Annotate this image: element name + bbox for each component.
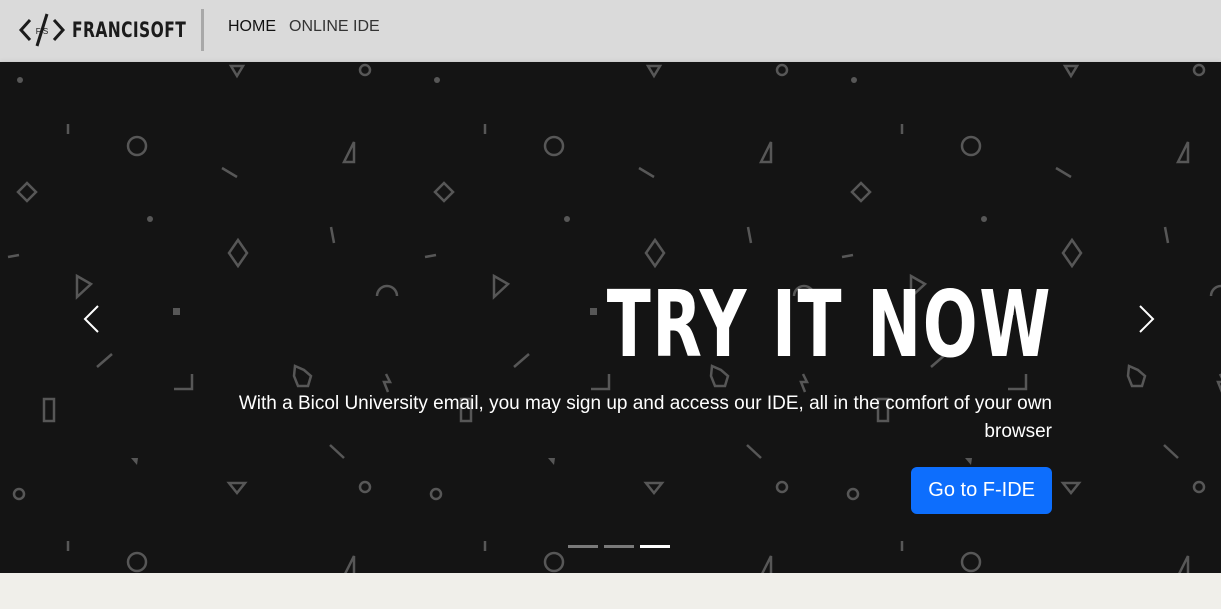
carousel-prev-button[interactable]	[78, 304, 108, 334]
go-to-fide-button[interactable]: Go to F-IDE	[911, 467, 1052, 514]
slide-subtext: With a Bicol University email, you may s…	[238, 393, 1052, 442]
nav-links: HOME ONLINE IDE	[228, 18, 380, 36]
svg-text:F/S: F/S	[36, 27, 48, 36]
slide-headline: TRY IT NOW	[606, 271, 1052, 378]
carousel-caption: TRY IT NOW With a Bicol University email…	[172, 271, 1052, 514]
chevron-left-icon	[83, 305, 99, 333]
chevron-right-icon	[1139, 305, 1155, 333]
navbar: F/S FRANCISOFT HOME ONLINE IDE	[0, 0, 1221, 62]
nav-link-online-ide[interactable]: ONLINE IDE	[289, 18, 380, 36]
code-logo-icon: F/S	[18, 13, 66, 47]
carousel-indicator-3[interactable]	[640, 545, 670, 548]
page-body	[0, 573, 1221, 609]
carousel-next-button[interactable]	[1130, 304, 1160, 334]
brand-name: FRANCISOFT	[72, 18, 187, 42]
navbar-divider	[201, 9, 204, 51]
nav-link-home[interactable]: HOME	[228, 18, 276, 36]
carousel-indicator-1[interactable]	[568, 545, 598, 548]
carousel-indicators	[568, 545, 670, 548]
brand-link[interactable]: F/S FRANCISOFT	[18, 10, 211, 50]
carousel-indicator-2[interactable]	[604, 545, 634, 548]
hero-carousel: TRY IT NOW With a Bicol University email…	[0, 62, 1221, 573]
